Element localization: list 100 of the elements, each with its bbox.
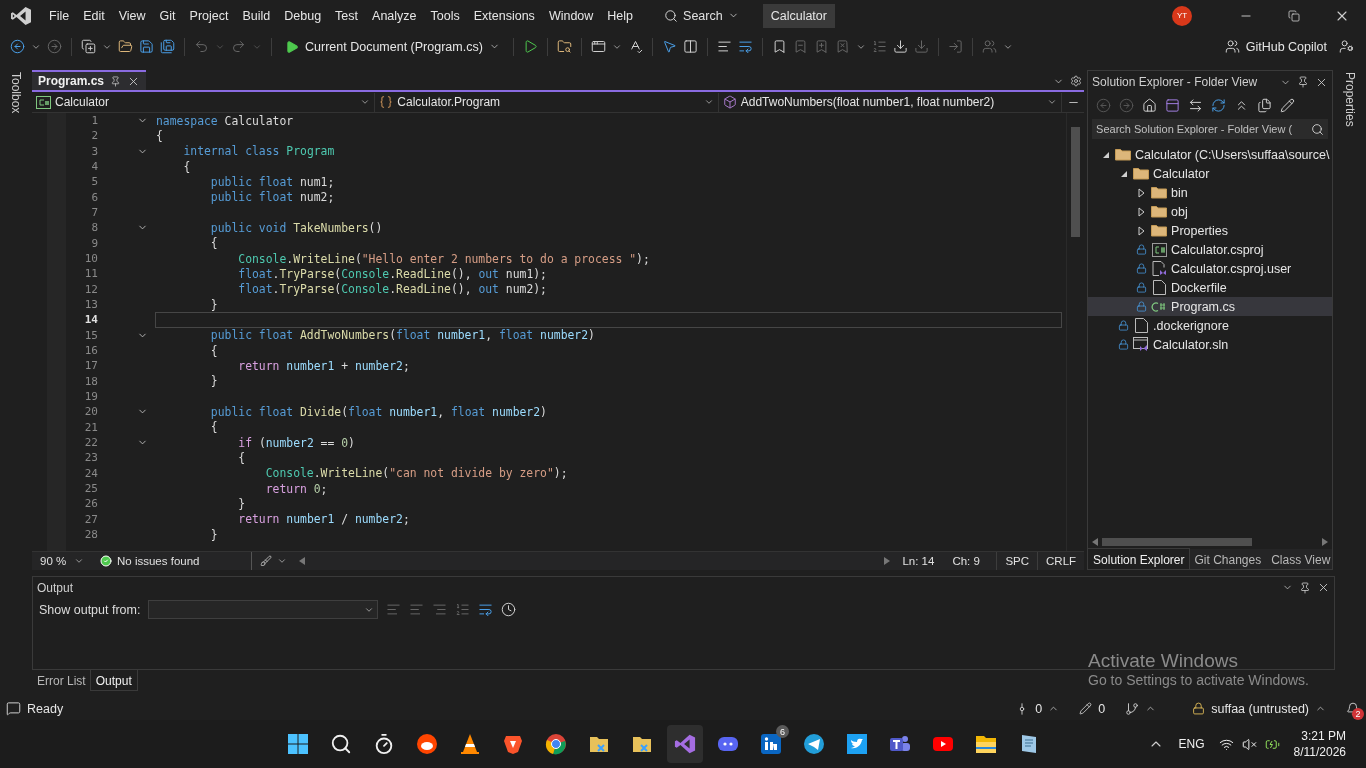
undo-icon[interactable]: [194, 39, 209, 54]
run-button[interactable]: Current Document (Program.cs): [281, 37, 504, 56]
download-icon[interactable]: [892, 39, 908, 54]
menu-item[interactable]: Test: [328, 4, 366, 27]
message-icon[interactable]: [6, 701, 21, 716]
line-ending-indicator[interactable]: CRLF: [1037, 552, 1085, 570]
open-folder-icon[interactable]: [118, 39, 133, 54]
sync-icon[interactable]: [1188, 97, 1204, 113]
tree-item[interactable]: Calculator.csproj.user: [1088, 259, 1333, 278]
round-app-icon[interactable]: [416, 733, 438, 755]
forward-icon[interactable]: [47, 39, 62, 54]
line-indicator[interactable]: Ln: 14: [894, 552, 945, 570]
scrollbar-thumb[interactable]: [1102, 538, 1253, 546]
commits-indicator[interactable]: 0: [1015, 701, 1060, 716]
column-indicator[interactable]: Ch: 9: [944, 552, 997, 570]
caret-icon[interactable]: [703, 97, 714, 107]
lock-icon[interactable]: [1192, 702, 1206, 715]
menu-item[interactable]: Help: [600, 4, 641, 27]
infinity-app-icon[interactable]: [674, 733, 696, 755]
caret-icon[interactable]: [360, 97, 371, 107]
columns-icon[interactable]: [682, 39, 698, 54]
run-icon[interactable]: [522, 39, 538, 54]
menu-item[interactable]: Extensions: [466, 4, 542, 27]
collapsed-icon[interactable]: [1136, 206, 1146, 217]
login-icon[interactable]: [947, 39, 963, 54]
tree-item[interactable]: Calculator.sln: [1088, 335, 1333, 354]
pin-icon[interactable]: [1299, 581, 1311, 594]
panel-tab[interactable]: Error List: [32, 670, 91, 690]
menu-item[interactable]: View: [111, 4, 153, 27]
cleanup-icon[interactable]: [260, 555, 272, 567]
save-all-icon[interactable]: [160, 39, 175, 54]
tree-item[interactable]: Calculator: [1088, 164, 1333, 183]
navigation-dropdown[interactable]: Calculator: [32, 92, 376, 112]
search-icon[interactable]: [330, 733, 352, 755]
repository-indicator[interactable]: suffaa (untrusted): [1192, 701, 1326, 716]
scroll-left-icon[interactable]: [299, 557, 305, 565]
menu-item[interactable]: Build: [235, 4, 278, 27]
collapsed-icon[interactable]: [1136, 187, 1146, 198]
new-item-icon[interactable]: [81, 39, 96, 54]
menu-item[interactable]: Window: [541, 4, 601, 27]
bookmark-icon[interactable]: [771, 39, 787, 54]
issues-status[interactable]: No issues found: [92, 552, 252, 570]
list-icon[interactable]: [871, 39, 887, 54]
menu-item[interactable]: Edit: [76, 4, 112, 27]
pin-icon[interactable]: [1297, 76, 1310, 88]
language-indicator[interactable]: ENG: [1178, 737, 1205, 751]
caret-icon[interactable]: [1047, 97, 1058, 107]
square-app-icon[interactable]: [760, 733, 782, 755]
search-icon[interactable]: [664, 8, 679, 23]
tree-item[interactable]: Calculator.csproj: [1088, 240, 1333, 259]
clock-icon[interactable]: [501, 602, 517, 617]
panel-tab[interactable]: Output: [90, 670, 137, 690]
notification-icon[interactable]: [1346, 701, 1360, 716]
window-icon[interactable]: [590, 39, 606, 54]
branch-icon[interactable]: [1125, 701, 1140, 716]
search-button[interactable]: Search: [658, 5, 745, 26]
find-icon[interactable]: [386, 602, 402, 617]
tree-item[interactable]: Dockerfile: [1088, 278, 1333, 297]
menu-item[interactable]: Project: [182, 4, 236, 27]
navigation-dropdown[interactable]: Calculator.Program: [375, 92, 719, 112]
scrollbar-thumb[interactable]: [1071, 127, 1081, 237]
panel-tab[interactable]: Solution Explorer: [1088, 549, 1190, 569]
volume-muted-icon[interactable]: [1241, 736, 1257, 752]
panel-tab[interactable]: Class View: [1266, 549, 1336, 569]
navigation-dropdown[interactable]: AddTwoNumbers(float number1, float number2): [718, 92, 1063, 112]
cone-icon[interactable]: [459, 733, 481, 755]
edit-icon[interactable]: [1280, 97, 1296, 113]
bird-icon[interactable]: [846, 733, 868, 755]
pencil-icon[interactable]: [1079, 702, 1093, 715]
tree-item[interactable]: Properties: [1088, 221, 1333, 240]
tree-item[interactable]: obj: [1088, 202, 1333, 221]
stopwatch-icon[interactable]: [373, 733, 395, 755]
folder-search-icon[interactable]: [556, 39, 572, 54]
tree-item[interactable]: Program.cs: [1088, 297, 1333, 316]
scroll-left-icon[interactable]: [1092, 538, 1099, 546]
start-icon[interactable]: [287, 733, 309, 755]
pointer-icon[interactable]: [661, 39, 677, 54]
menu-item[interactable]: Analyze: [365, 4, 424, 27]
menu-item[interactable]: Tools: [423, 4, 467, 27]
pin-icon[interactable]: [110, 75, 122, 87]
redo-icon[interactable]: [231, 39, 246, 54]
feedback-icon[interactable]: [1339, 39, 1354, 54]
zoom-dropdown[interactable]: 90 %: [32, 552, 92, 570]
tree-item[interactable]: bin: [1088, 183, 1333, 202]
menu-item[interactable]: Git: [152, 4, 183, 27]
toolbox-tab[interactable]: Toolbox: [9, 70, 23, 114]
account-avatar[interactable]: YT: [1172, 5, 1192, 26]
shield-icon[interactable]: [502, 733, 524, 755]
refresh-icon[interactable]: [1211, 97, 1227, 113]
tree-item[interactable]: Calculator (C:\Users\suffaa\source\: [1088, 145, 1333, 164]
save-icon[interactable]: [139, 39, 154, 54]
paper-plane-icon[interactable]: [803, 733, 825, 755]
changes-indicator[interactable]: 0: [1079, 701, 1106, 716]
switch-view-icon[interactable]: [1165, 97, 1181, 113]
copy-icon[interactable]: [1257, 97, 1273, 113]
menu-item[interactable]: Debug: [277, 4, 329, 27]
restore-icon[interactable]: [1288, 9, 1300, 22]
menu-item[interactable]: File: [42, 4, 77, 27]
copilot-button[interactable]: GitHub Copilot: [1218, 38, 1333, 55]
search-icon[interactable]: [1311, 122, 1325, 136]
